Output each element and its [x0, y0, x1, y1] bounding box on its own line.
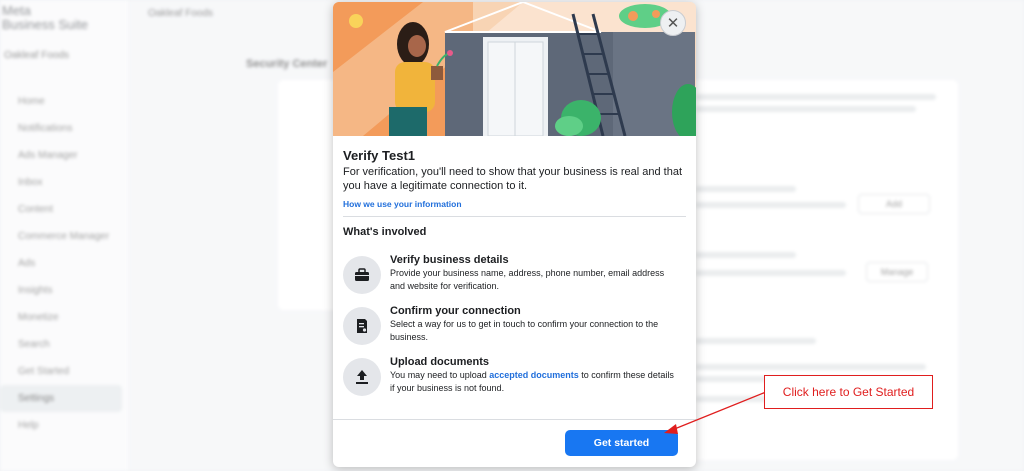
step-title: Confirm your connection: [390, 305, 521, 317]
info-link[interactable]: How we use your information: [343, 199, 686, 209]
upload-icon: [343, 358, 381, 396]
annotation-callout: Click here to Get Started: [764, 375, 933, 409]
document-icon: [343, 307, 381, 345]
step-description: You may need to upload accepted document…: [390, 370, 674, 393]
dialog-intro: Verify Test1 For verification, you'll ne…: [343, 148, 686, 209]
close-icon: ✕: [666, 14, 680, 32]
illustration-woman-with-plant: [333, 2, 696, 136]
get-started-button[interactable]: Get started: [565, 430, 678, 456]
close-button[interactable]: ✕: [660, 10, 686, 36]
dialog-title: Verify Test1: [343, 148, 416, 163]
briefcase-icon: [343, 256, 381, 294]
section-title: What's involved: [343, 226, 427, 238]
divider: [343, 216, 686, 217]
footer-divider: [333, 419, 696, 420]
hero-illustration: ✕: [333, 2, 696, 136]
verify-business-dialog: ✕ Verify Test1 For verification, you'll …: [333, 2, 696, 467]
step-title: Verify business details: [390, 254, 509, 266]
dialog-description: For verification, you'll need to show th…: [343, 166, 683, 192]
step-description: Provide your business name, address, pho…: [390, 268, 665, 291]
accepted-documents-link[interactable]: accepted documents: [489, 370, 579, 380]
step-title: Upload documents: [390, 356, 490, 368]
step-description: Select a way for us to get in touch to c…: [390, 319, 659, 342]
